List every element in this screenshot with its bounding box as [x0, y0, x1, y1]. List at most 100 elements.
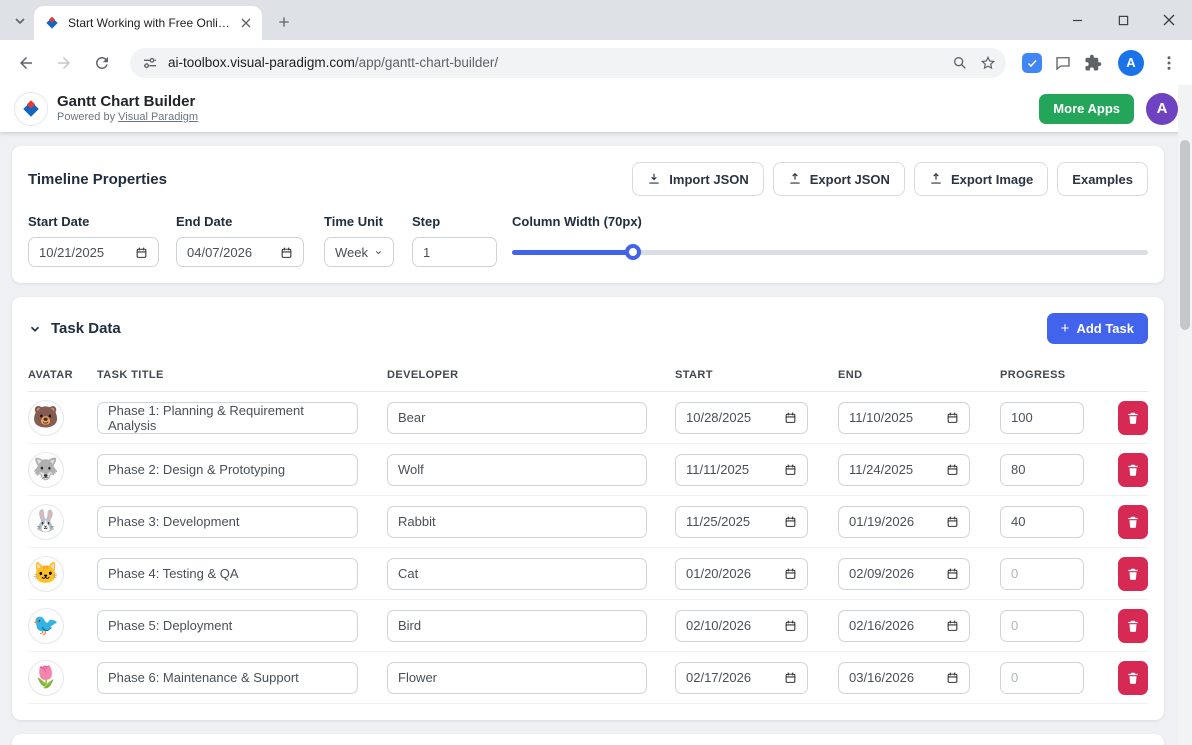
delete-task-button[interactable]	[1118, 608, 1148, 643]
reload-button[interactable]	[86, 47, 118, 79]
new-tab-button[interactable]	[270, 8, 298, 36]
calendar-icon	[947, 672, 958, 683]
column-width-slider-fill	[512, 250, 633, 255]
export-image-button[interactable]: Export Image	[913, 162, 1049, 196]
start-date-field: Start Date 10/21/2025	[28, 214, 176, 267]
delete-task-button[interactable]	[1118, 504, 1148, 539]
developer-input[interactable]: Wolf	[387, 453, 647, 486]
forward-arrow-icon	[58, 56, 70, 69]
progress-input[interactable]: 80	[1000, 453, 1084, 486]
end-date-input[interactable]: 04/07/2026	[176, 237, 304, 267]
delete-task-button[interactable]	[1118, 660, 1148, 695]
forward-button[interactable]	[48, 47, 80, 79]
tab-search-chevron-icon[interactable]	[12, 13, 28, 29]
user-avatar[interactable]: A	[1146, 92, 1178, 125]
calendar-icon	[947, 568, 958, 579]
address-bar[interactable]: ai-toolbox.visual-paradigm.com/app/gantt…	[130, 47, 1006, 78]
column-header-end: END	[838, 368, 863, 381]
browser-tab[interactable]: Start Working with Free Online	[34, 6, 262, 40]
extensions-puzzle-icon[interactable]	[1084, 54, 1102, 72]
task-table: AVATAR TASK TITLE DEVELOPER START END PR…	[28, 358, 1148, 704]
column-header-task-title: TASK TITLE	[97, 368, 164, 381]
task-avatar: 🐱	[28, 555, 64, 592]
maximize-button[interactable]	[1100, 0, 1146, 40]
calendar-icon	[947, 620, 958, 631]
browser-menu-icon[interactable]	[1160, 54, 1178, 72]
add-task-button[interactable]: + Add Task	[1046, 313, 1148, 344]
chat-extension-icon[interactable]	[1054, 54, 1072, 72]
task-row: 🐦 Phase 5: Deployment Bird 02/10/2026 02…	[28, 600, 1148, 652]
task-title-input[interactable]: Phase 1: Planning & Requirement Analysis	[97, 401, 358, 434]
plus-icon: +	[1060, 320, 1070, 337]
end-date-input[interactable]: 02/16/2026	[838, 609, 970, 642]
start-date-input[interactable]: 02/10/2026	[675, 609, 808, 642]
delete-task-button[interactable]	[1118, 400, 1148, 435]
end-date-label: End Date	[176, 214, 233, 229]
export-json-button[interactable]: Export JSON	[772, 162, 905, 196]
developer-input[interactable]: Cat	[387, 557, 647, 590]
developer-input[interactable]: Flower	[387, 661, 647, 694]
developer-input[interactable]: Bird	[387, 609, 647, 642]
column-width-label: Column Width (70px)	[512, 214, 642, 229]
end-date-input[interactable]: 11/24/2025	[838, 453, 970, 486]
start-date-input[interactable]: 11/11/2025	[675, 453, 808, 486]
start-date-input[interactable]: 10/28/2025	[675, 401, 808, 434]
developer-input[interactable]: Rabbit	[387, 505, 647, 538]
trash-icon	[1128, 672, 1138, 684]
reload-icon	[95, 56, 108, 69]
back-button[interactable]	[10, 47, 42, 79]
start-date-input[interactable]: 02/17/2026	[675, 661, 808, 694]
visual-paradigm-link[interactable]: Visual Paradigm	[118, 111, 198, 123]
task-title-input[interactable]: Phase 3: Development	[97, 505, 358, 538]
developer-input[interactable]: Bear	[387, 401, 647, 434]
calendar-icon	[785, 672, 796, 683]
tab-close-icon[interactable]	[238, 15, 254, 31]
close-button[interactable]	[1146, 0, 1192, 40]
extension-icon[interactable]	[1022, 52, 1042, 73]
start-date-input[interactable]: 10/21/2025	[28, 237, 159, 267]
column-header-developer: DEVELOPER	[387, 368, 459, 381]
task-title-input[interactable]: Phase 4: Testing & QA	[97, 557, 358, 590]
progress-input[interactable]: 100	[1000, 401, 1084, 434]
delete-task-button[interactable]	[1118, 556, 1148, 591]
delete-task-button[interactable]	[1118, 452, 1148, 487]
progress-input[interactable]: 40	[1000, 505, 1084, 538]
zoom-icon[interactable]	[952, 55, 968, 71]
task-title-input[interactable]: Phase 6: Maintenance & Support	[97, 661, 358, 694]
end-date-input[interactable]: 01/19/2026	[838, 505, 970, 538]
task-title-input[interactable]: Phase 2: Design & Prototyping	[97, 453, 358, 486]
site-info-icon[interactable]	[142, 55, 158, 71]
url-text: ai-toolbox.visual-paradigm.com/app/gantt…	[168, 55, 942, 70]
time-unit-field: Time Unit Week	[324, 214, 412, 267]
column-width-field: Column Width (70px)	[512, 214, 1148, 267]
trash-icon	[1128, 568, 1138, 580]
tab-title: Start Working with Free Online	[68, 16, 230, 30]
bookmark-star-icon[interactable]	[980, 55, 996, 71]
end-date-input[interactable]: 02/09/2026	[838, 557, 970, 590]
progress-input[interactable]: 0	[1000, 661, 1084, 694]
more-apps-button[interactable]: More Apps	[1039, 93, 1134, 124]
time-unit-select[interactable]: Week	[324, 237, 394, 267]
end-date-input[interactable]: 11/10/2025	[838, 401, 970, 434]
end-date-input[interactable]: 03/16/2026	[838, 661, 970, 694]
column-width-slider-thumb[interactable]	[624, 244, 641, 260]
start-date-input[interactable]: 11/25/2025	[675, 505, 808, 538]
start-date-input[interactable]: 01/20/2026	[675, 557, 808, 590]
step-input[interactable]: 1	[412, 237, 497, 267]
collapse-chevron-icon[interactable]	[28, 322, 42, 336]
task-title-input[interactable]: Phase 5: Deployment	[97, 609, 358, 642]
browser-profile-avatar[interactable]: A	[1118, 49, 1144, 76]
import-json-button[interactable]: Import JSON	[632, 162, 764, 196]
app-header: Gantt Chart Builder Powered by Visual Pa…	[0, 85, 1192, 132]
column-width-slider[interactable]	[512, 237, 1148, 267]
tab-favicon	[46, 16, 58, 29]
slider-track	[512, 250, 1148, 255]
task-data-card: Task Data + Add Task AVATAR TASK TITLE D…	[12, 297, 1164, 720]
progress-input[interactable]: 0	[1000, 609, 1084, 642]
examples-button[interactable]: Examples	[1057, 162, 1148, 196]
scrollbar-thumb[interactable]	[1180, 140, 1190, 330]
task-row: 🐺 Phase 2: Design & Prototyping Wolf 11/…	[28, 444, 1148, 496]
progress-input[interactable]: 0	[1000, 557, 1084, 590]
page-content: Timeline Properties Import JSON Export J…	[0, 132, 1192, 745]
minimize-button[interactable]	[1054, 0, 1100, 40]
